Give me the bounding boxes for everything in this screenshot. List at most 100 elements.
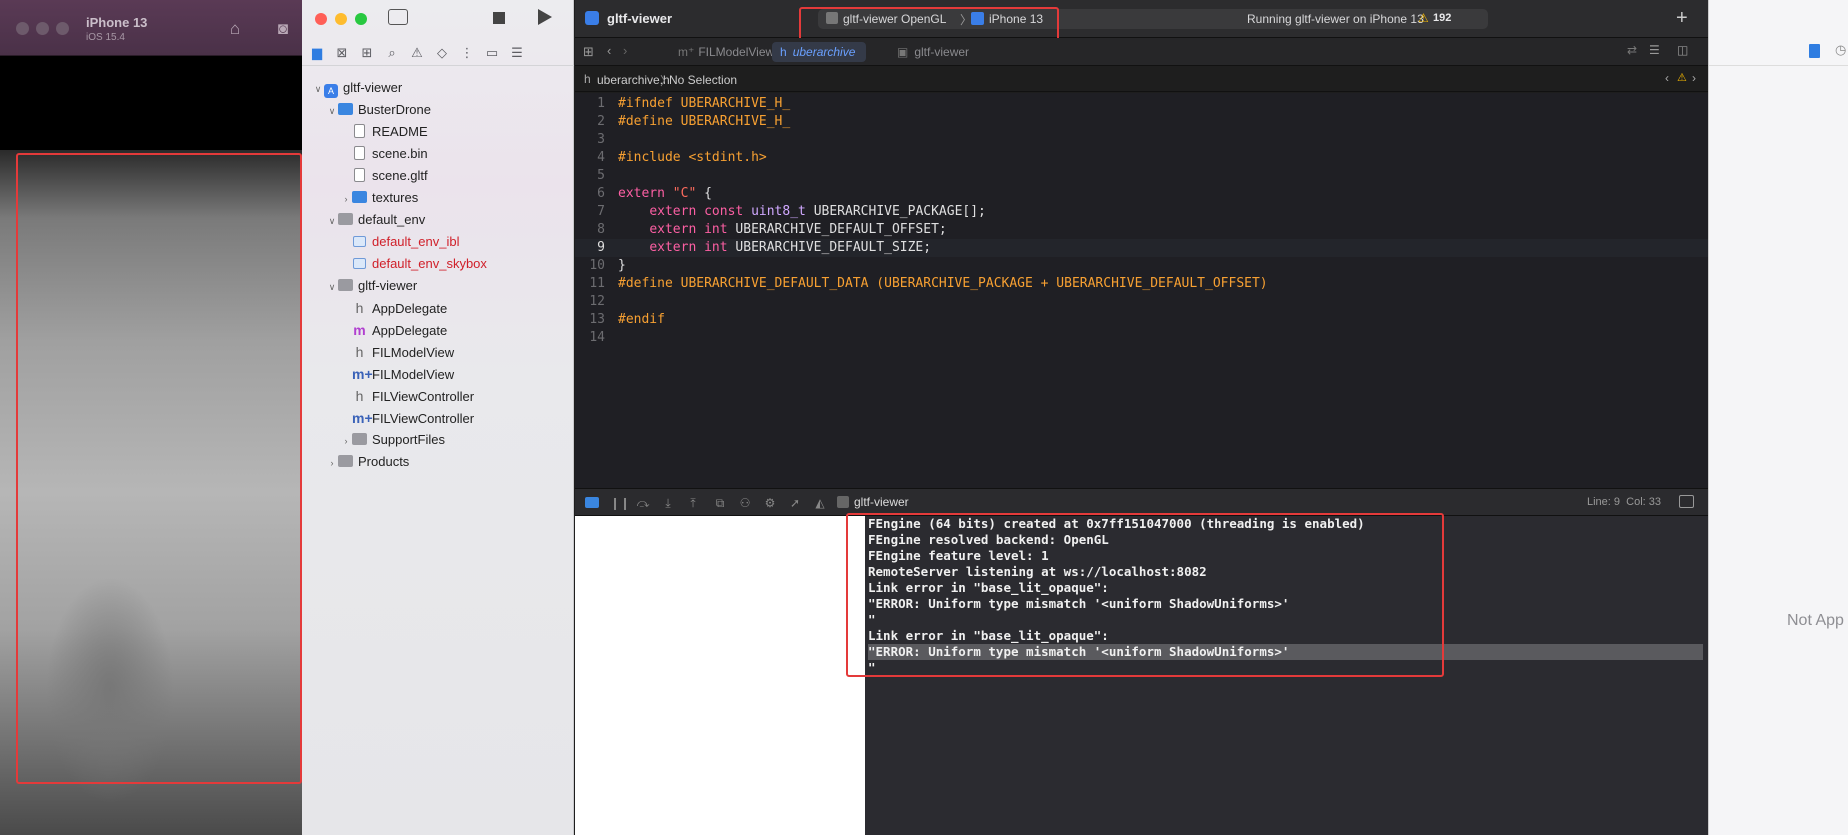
memory-graph-icon[interactable]: ⚇ <box>737 495 753 511</box>
variables-view[interactable] <box>575 516 865 835</box>
pause-icon[interactable]: ❙❙ <box>610 495 630 511</box>
tree-item-group[interactable]: ∨ default_env <box>326 209 426 232</box>
location-icon[interactable]: ➚ <box>787 495 803 511</box>
header-file-icon: h <box>780 45 787 59</box>
jump-bar-selection[interactable]: No Selection <box>669 73 737 87</box>
chevron-down-icon[interactable]: ∨ <box>312 78 324 100</box>
minimize-button[interactable] <box>335 13 347 25</box>
step-over-icon[interactable]: ⤼ <box>635 495 651 511</box>
close-window-button[interactable] <box>16 22 29 35</box>
tree-item-file[interactable]: h FILModelView <box>340 341 455 363</box>
screenshot-icon[interactable]: ◙ <box>272 18 294 40</box>
hide-debug-area-icon[interactable] <box>1679 495 1694 508</box>
warning-icon[interactable]: ⚠ <box>1677 71 1687 84</box>
stop-icon[interactable] <box>493 12 505 24</box>
folder-icon[interactable]: ▆ <box>308 44 326 62</box>
symbol-icon[interactable]: ⊞ <box>358 44 376 62</box>
tree-item-file[interactable]: m+FILModelView <box>340 363 454 385</box>
breakpoint-icon[interactable]: ▭ <box>483 44 501 62</box>
console-line: FEngine feature level: 1 <box>868 548 1049 563</box>
sidebar-toggle-icon[interactable] <box>388 9 408 25</box>
console-output[interactable]: FEngine (64 bits) created at 0x7ff151047… <box>865 516 1708 835</box>
debug-target[interactable]: gltf-viewer <box>854 495 909 509</box>
chevron-down-icon[interactable]: ∨ <box>326 276 338 298</box>
tab-filmodelview[interactable]: m⁺ FILModelView <box>670 42 782 62</box>
tree-item-group[interactable]: › textures <box>340 187 419 210</box>
close-button[interactable] <box>315 13 327 25</box>
source-control-icon[interactable]: ⊠ <box>333 44 351 62</box>
forward-icon[interactable]: › <box>623 43 627 58</box>
tree-item-file-missing[interactable]: default_env_ibl <box>340 231 459 253</box>
zoom-window-button[interactable] <box>56 22 69 35</box>
issue-icon[interactable]: ⚠ <box>408 44 426 62</box>
chevron-right-icon[interactable]: › <box>326 452 338 474</box>
debug-icon[interactable]: ⋮ <box>458 44 476 62</box>
tree-item-group[interactable]: › SupportFiles <box>340 429 445 451</box>
report-icon[interactable]: ☰ <box>508 44 526 62</box>
objc-file-icon: m <box>353 322 366 338</box>
step-into-icon[interactable]: ⤓ <box>660 495 676 511</box>
tree-item-file[interactable]: h FILViewController <box>340 385 475 407</box>
run-icon[interactable] <box>538 9 552 25</box>
header-file-icon: h <box>584 72 591 86</box>
file-inspector-icon[interactable] <box>1809 44 1820 58</box>
console-line-selected: "ERROR: Uniform type mismatch '<uniform … <box>868 644 1703 660</box>
view-hierarchy-icon[interactable]: ⧉ <box>712 495 728 511</box>
main-toolbar: gltf-viewer gltf-viewer OpenGL 〉 iPhone … <box>575 0 1708 38</box>
console-line: FEngine (64 bits) created at 0x7ff151047… <box>868 516 1365 531</box>
environment-icon[interactable]: ⚙ <box>762 495 778 511</box>
minimize-window-button[interactable] <box>36 22 49 35</box>
project-icon: A <box>324 84 338 98</box>
grid-icon[interactable]: ⊞ <box>583 44 594 60</box>
tree-item-file[interactable]: scene.bin <box>340 143 428 165</box>
test-icon[interactable]: ◇ <box>433 44 451 62</box>
tree-item-file-missing[interactable]: default_env_skybox <box>340 253 487 275</box>
tree-item-file[interactable]: m AppDelegate <box>340 319 447 341</box>
chevron-down-icon[interactable]: ∨ <box>326 210 338 232</box>
metal-icon[interactable]: ◭ <box>812 495 828 511</box>
zoom-button[interactable] <box>355 13 367 25</box>
editor-tab-bar: ⊞ ‹ › m⁺ FILModelView h uberarchive ▣ gltf-… <box>575 38 1708 66</box>
header-file-icon: h <box>355 344 364 360</box>
document-icon <box>354 124 365 138</box>
editor-options-icon[interactable]: ☰ <box>1649 43 1660 57</box>
tab-gltf-viewer[interactable]: ▣ gltf-viewer <box>889 42 977 62</box>
warning-count[interactable]: 192 <box>1433 12 1451 24</box>
breakpoints-toggle-icon[interactable] <box>585 497 599 508</box>
code-editor[interactable]: 1 #ifndef UBERARCHIVE_H_ 2 #define UBERARC… <box>575 93 1708 488</box>
find-icon[interactable]: ⌕ <box>383 44 401 62</box>
code-line: 1 #ifndef UBERARCHIVE_H_ <box>597 96 791 111</box>
jump-bar-file[interactable]: uberarchive.h <box>597 73 670 87</box>
simulator-device-name: iPhone 13 <box>86 15 148 30</box>
tree-item-file[interactable]: h AppDelegate <box>340 297 448 319</box>
chevron-down-icon[interactable]: ∨ <box>326 100 338 122</box>
simulator-screen[interactable] <box>0 150 302 835</box>
chevron-right-icon[interactable]: › <box>340 430 352 452</box>
split-editor-icon[interactable]: ◫ <box>1677 43 1688 57</box>
scheme-selector[interactable]: gltf-viewer OpenGL <box>843 12 946 26</box>
tree-item-file[interactable]: README <box>340 121 428 143</box>
code-line: 8 extern int UBERARCHIVE_DEFAULT_OFFSET; <box>597 222 947 237</box>
tree-item-group[interactable]: › Products <box>326 451 410 474</box>
tree-item-group[interactable]: ∨ gltf-viewer <box>326 275 418 298</box>
header-file-icon: h <box>355 300 364 316</box>
header-file-icon: h <box>355 388 364 404</box>
warning-icon[interactable]: ⚠ <box>1418 11 1429 25</box>
next-issue-icon[interactable]: › <box>1692 71 1696 85</box>
tree-item-project[interactable]: ∨ Agltf-viewer <box>312 77 402 99</box>
prev-issue-icon[interactable]: ‹ <box>1665 71 1669 85</box>
history-inspector-icon[interactable]: ◷ <box>1835 42 1846 58</box>
tree-item-group[interactable]: ∨ BusterDrone <box>326 99 431 121</box>
destination-selector[interactable]: iPhone 13 <box>989 12 1043 26</box>
navigator-selector-bar: ▆ ⊠ ⊞ ⌕ ⚠ ◇ ⋮ ▭ ☰ <box>302 40 574 66</box>
folder-icon <box>338 213 353 225</box>
step-out-icon[interactable]: ⤒ <box>685 495 701 511</box>
tab-uberarchive[interactable]: h uberarchive <box>772 42 866 62</box>
back-icon[interactable]: ‹ <box>607 43 611 58</box>
tree-item-file[interactable]: scene.gltf <box>340 165 428 187</box>
swap-icon[interactable]: ⇄ <box>1627 43 1637 57</box>
tree-item-file[interactable]: m+FILViewController <box>340 407 474 429</box>
home-icon[interactable]: ⌂ <box>224 18 246 40</box>
add-icon[interactable]: + <box>1676 7 1688 30</box>
chevron-right-icon[interactable]: › <box>340 188 352 210</box>
